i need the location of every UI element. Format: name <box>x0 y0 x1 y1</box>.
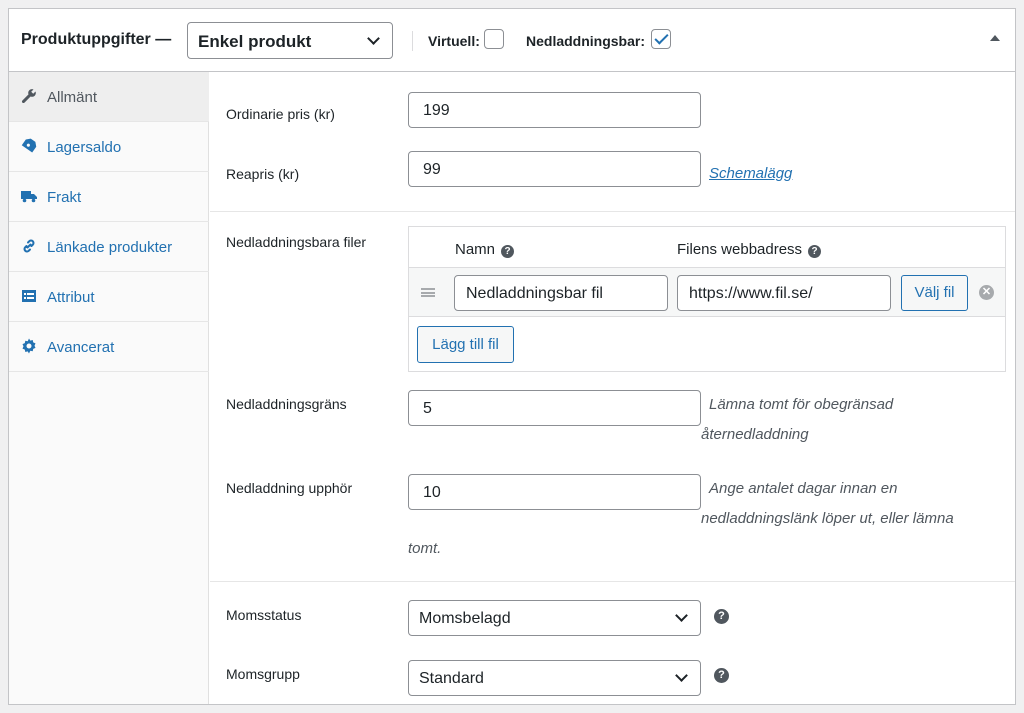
download-limit-label: Nedladdningsgräns <box>226 396 347 412</box>
tax-class-value: Standard <box>419 670 484 687</box>
column-header-name: Namn? <box>455 241 515 258</box>
panel-header: Produktuppgifter — Enkel produkt Virtuel… <box>9 9 1015 72</box>
regular-price-label: Ordinarie pris (kr) <box>226 106 335 122</box>
chevron-down-icon <box>367 32 380 45</box>
divider <box>412 31 413 51</box>
chevron-down-icon <box>675 669 688 682</box>
file-url-input[interactable]: https://www.fil.se/ <box>677 275 891 311</box>
drag-handle-icon[interactable] <box>421 288 435 297</box>
tab-shipping[interactable]: Frakt <box>9 172 209 222</box>
remove-file-icon[interactable]: ✕ <box>979 285 994 300</box>
schedule-link[interactable]: Schemalägg <box>709 165 792 182</box>
gear-icon <box>22 338 36 354</box>
general-tab-content: Ordinarie pris (kr) 199 Reapris (kr) 99 … <box>210 72 1015 704</box>
column-header-url: Filens webbadress? <box>677 241 822 258</box>
sale-price-label: Reapris (kr) <box>226 166 300 182</box>
collapse-arrow-icon[interactable] <box>990 35 1000 41</box>
product-data-panel: Produktuppgifter — Enkel produkt Virtuel… <box>8 8 1016 705</box>
download-limit-input[interactable]: 5 <box>408 390 701 426</box>
downloadable-checkbox[interactable] <box>651 29 671 49</box>
tax-status-value: Momsbelagd <box>419 610 511 627</box>
download-expiry-description: Ange antalet dagar innan en <box>709 480 898 497</box>
tax-class-select[interactable]: Standard <box>408 660 701 696</box>
list-icon <box>22 290 36 302</box>
tax-class-label: Momsgrupp <box>226 666 300 682</box>
download-limit-description: åternedladdning <box>701 426 809 443</box>
link-icon <box>23 239 35 253</box>
tax-status-select[interactable]: Momsbelagd <box>408 600 701 636</box>
tab-label: Allmänt <box>47 89 98 106</box>
tab-attributes[interactable]: Attribut <box>9 272 209 322</box>
download-expiry-input[interactable]: 10 <box>408 474 701 510</box>
file-name-input[interactable]: Nedladdningsbar fil <box>454 275 668 311</box>
tab-label: Frakt <box>47 189 82 206</box>
downloadable-label: Nedladdningsbar: <box>526 33 646 49</box>
product-type-select[interactable]: Enkel produkt <box>187 22 393 59</box>
panel-title: Produktuppgifter — <box>21 31 172 48</box>
download-expiry-label: Nedladdning upphör <box>226 480 353 496</box>
virtual-label: Virtuell: <box>428 33 480 49</box>
download-expiry-description: tomt. <box>408 540 442 557</box>
tab-linked-products[interactable]: Länkade produkter <box>9 222 209 272</box>
download-expiry-description: nedladdningslänk löper ut, eller lämna <box>701 510 954 527</box>
wrench-icon <box>21 89 36 104</box>
add-file-button[interactable]: Lägg till fil <box>417 326 514 363</box>
choose-file-button[interactable]: Välj fil <box>901 275 968 311</box>
tab-label: Attribut <box>47 289 95 306</box>
product-data-tabs: Allmänt Lagersaldo Frakt Länkade produkt… <box>9 72 209 704</box>
virtual-checkbox[interactable] <box>484 29 504 49</box>
chevron-down-icon <box>675 609 688 622</box>
tax-status-label: Momsstatus <box>226 607 302 623</box>
table-row: Nedladdningsbar fil https://www.fil.se/ … <box>409 267 1005 317</box>
download-limit-description: Lämna tomt för obegränsad <box>709 396 894 413</box>
tab-inventory[interactable]: Lagersaldo <box>9 122 209 172</box>
product-type-value: Enkel produkt <box>198 32 312 51</box>
sale-price-input[interactable]: 99 <box>408 151 701 187</box>
checkmark-icon <box>654 30 669 45</box>
regular-price-input[interactable]: 199 <box>408 92 701 128</box>
tag-icon <box>21 138 37 153</box>
truck-icon <box>21 191 37 203</box>
tab-advanced[interactable]: Avancerat <box>9 322 209 372</box>
section-divider <box>210 581 1015 582</box>
tab-label: Länkade produkter <box>47 239 173 256</box>
tab-label: Lagersaldo <box>47 139 122 156</box>
tab-label: Avancerat <box>47 339 115 356</box>
help-icon[interactable]: ? <box>501 245 515 258</box>
help-icon[interactable]: ? <box>808 245 822 258</box>
downloadable-files-label: Nedladdningsbara filer <box>226 234 367 250</box>
help-icon[interactable]: ? <box>714 668 729 683</box>
tab-general[interactable]: Allmänt <box>9 72 209 122</box>
section-divider <box>210 211 1015 212</box>
help-icon[interactable]: ? <box>714 609 729 624</box>
downloadable-files-table: Namn? Filens webbadress? Nedladdningsbar… <box>408 226 1006 372</box>
